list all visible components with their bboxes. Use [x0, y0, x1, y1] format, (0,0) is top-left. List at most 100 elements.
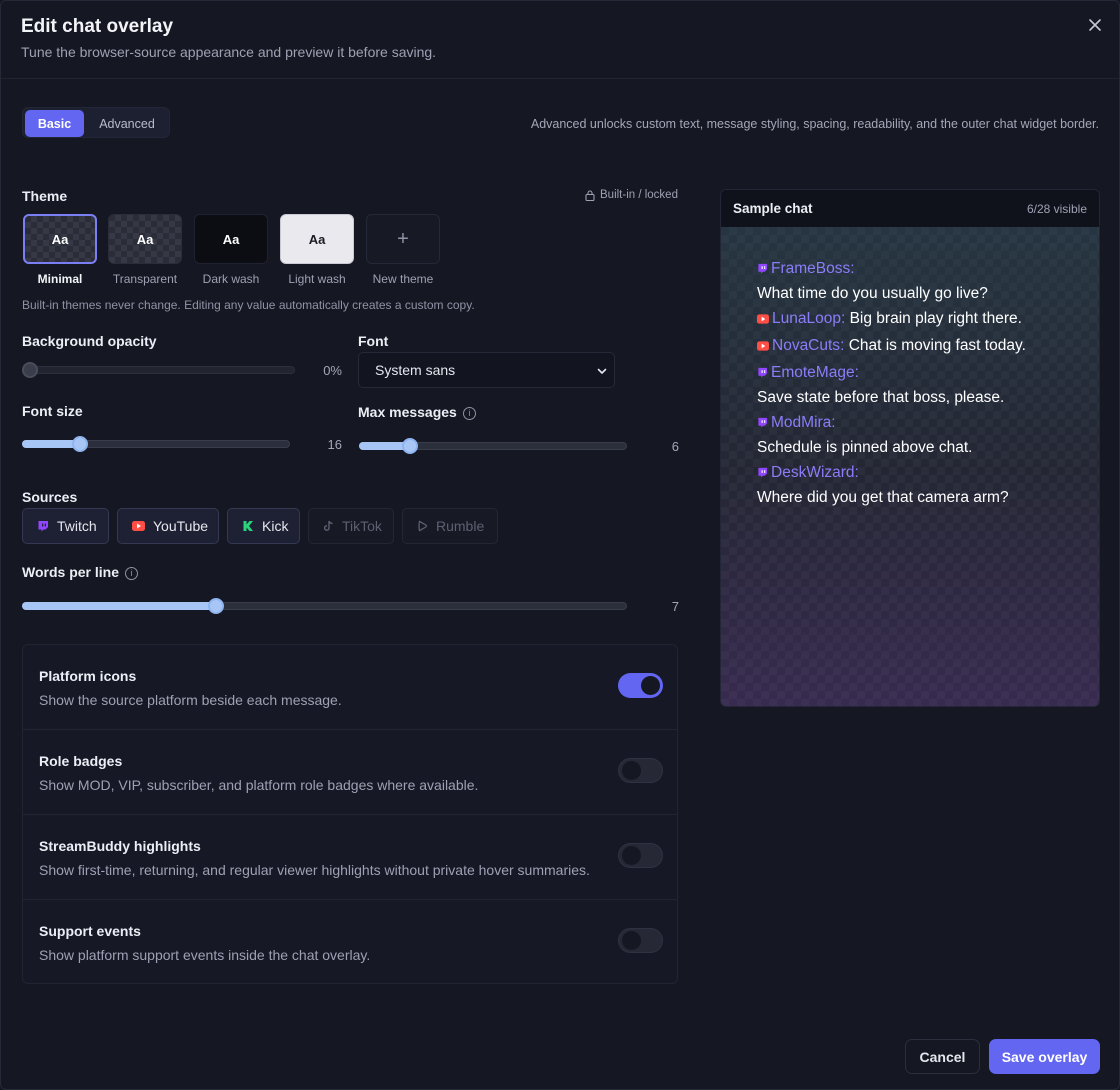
toggle-knob [622, 931, 641, 950]
twitch-icon [758, 263, 768, 274]
chat-text: What time do you usually go live? [757, 285, 988, 302]
chat-message: NovaCuts: Chat is moving fast today. [757, 333, 1077, 358]
info-icon[interactable]: i [124, 567, 138, 580]
toggle-title: StreamBuddy highlights [39, 838, 201, 854]
chat-message: EmoteMage: Save state before that boss, … [757, 364, 1005, 406]
source-youtube[interactable]: YouTube [117, 508, 219, 544]
role-badges-toggle[interactable] [618, 758, 663, 783]
slider-thumb[interactable] [208, 598, 224, 614]
close-icon [1089, 19, 1101, 31]
source-label: YouTube [153, 518, 209, 534]
chat-text: Where did you get that camera arm? [757, 489, 1009, 506]
font-size-value: 16 [327, 437, 342, 452]
font-size-slider[interactable] [22, 434, 290, 454]
theme-sample: Aa [222, 231, 240, 247]
source-label: Twitch [57, 518, 97, 534]
theme-sample: Aa [136, 231, 154, 247]
new-theme-button[interactable]: + [366, 214, 440, 264]
locked-label: Built-in / locked [600, 189, 678, 201]
chat-message: LunaLoop: Big brain play right there. [757, 306, 1077, 331]
font-size-label: Font size [22, 403, 83, 419]
font-select-value: System sans [375, 362, 456, 378]
tiktok-icon [323, 520, 333, 531]
slider-fill [22, 602, 216, 610]
twitch-icon [758, 367, 768, 378]
toggle-title: Role badges [39, 753, 123, 769]
close-button[interactable] [1085, 15, 1105, 35]
chat-username: NovaCuts [772, 337, 841, 354]
font-label: Font [358, 333, 389, 349]
kick-icon [243, 521, 253, 531]
preview-title: Sample chat [733, 201, 813, 216]
max-messages-value: 6 [671, 439, 679, 454]
twitch-icon [758, 417, 768, 428]
slider-thumb[interactable] [402, 438, 418, 454]
tab-advanced[interactable]: Advanced [87, 110, 167, 137]
words-per-line-slider[interactable] [22, 596, 627, 616]
preview-visible-count: 6/28 visible [1026, 202, 1087, 216]
toggle-title: Platform icons [39, 668, 137, 684]
locked-indicator: Built-in / locked [585, 189, 678, 201]
slider-track [22, 366, 295, 374]
theme-sample: Aa [308, 231, 326, 247]
mode-tabs: Basic Advanced [22, 107, 170, 138]
theme-name-new: New theme [372, 272, 434, 286]
source-label: Kick [262, 518, 289, 534]
background-opacity-label: Background opacity [22, 333, 157, 349]
slider-thumb[interactable] [72, 436, 88, 452]
source-tiktok[interactable]: TikTok [308, 508, 394, 544]
theme-card-minimal[interactable]: Aa [23, 214, 97, 264]
twitch-icon [758, 467, 768, 478]
toggle-row-role-badges: Role badges Show MOD, VIP, subscriber, a… [23, 730, 677, 815]
cancel-button[interactable]: Cancel [905, 1039, 980, 1074]
theme-name-minimal: Minimal [37, 272, 83, 286]
source-label: Rumble [436, 518, 485, 534]
theme-name-dark-wash: Dark wash [202, 272, 260, 286]
chat-message: ModMira: Schedule is pinned above chat. [757, 414, 973, 456]
source-kick[interactable]: Kick [227, 508, 300, 544]
save-overlay-button[interactable]: Save overlay [989, 1039, 1100, 1074]
source-rumble[interactable]: Rumble [402, 508, 498, 544]
dialog-subtitle: Tune the browser-source appearance and p… [21, 44, 437, 60]
youtube-icon [132, 521, 145, 531]
max-messages-slider[interactable] [359, 436, 627, 456]
toggle-description: Show first-time, returning, and regular … [39, 862, 590, 878]
theme-label: Theme [22, 188, 68, 204]
background-opacity-slider[interactable] [22, 360, 295, 380]
font-select[interactable]: System sans [358, 352, 615, 388]
dialog-header: Edit chat overlay Tune the browser-sourc… [1, 1, 1119, 79]
rumble-icon [418, 520, 428, 532]
toggle-row-streambuddy-highlights: StreamBuddy highlights Show first-time, … [23, 815, 677, 900]
toggle-knob [641, 676, 660, 695]
chat-username: DeskWizard [771, 464, 855, 481]
streambuddy-highlights-toggle[interactable] [618, 843, 663, 868]
words-per-line-value: 7 [671, 599, 679, 614]
theme-card-dark-wash[interactable]: Aa [194, 214, 268, 264]
words-per-line-label: Words per line i [22, 564, 138, 580]
theme-name-light-wash: Light wash [288, 272, 346, 286]
theme-hint: Built-in themes never change. Editing an… [22, 298, 475, 312]
source-twitch[interactable]: Twitch [22, 508, 109, 544]
sources-label: Sources [22, 489, 78, 505]
toggle-description: Show platform support events inside the … [39, 947, 371, 963]
youtube-icon [757, 314, 769, 324]
theme-name-transparent: Transparent [112, 272, 178, 286]
max-messages-label: Max messages i [358, 404, 476, 420]
toggle-row-support-events: Support events Show platform support eve… [23, 900, 677, 985]
edit-chat-overlay-dialog: Edit chat overlay Tune the browser-sourc… [0, 0, 1120, 1090]
slider-thumb[interactable] [22, 362, 38, 378]
source-label: TikTok [342, 518, 382, 534]
support-events-toggle[interactable] [618, 928, 663, 953]
sample-chat-preview: Sample chat 6/28 visible FrameBoss: What… [720, 189, 1100, 707]
chat-text: Chat is moving fast today. [848, 337, 1026, 354]
theme-card-light-wash[interactable]: Aa [280, 214, 354, 264]
preview-canvas: FrameBoss: What time do you usually go l… [721, 227, 1099, 706]
theme-sample: Aa [51, 231, 69, 247]
tab-basic[interactable]: Basic [25, 110, 84, 137]
platform-icons-toggle[interactable] [618, 673, 663, 698]
chat-text: Save state before that boss, please. [757, 389, 1005, 406]
youtube-icon [757, 341, 769, 351]
dialog-title: Edit chat overlay [21, 16, 174, 37]
theme-card-transparent[interactable]: Aa [108, 214, 182, 264]
info-icon[interactable]: i [462, 407, 476, 420]
